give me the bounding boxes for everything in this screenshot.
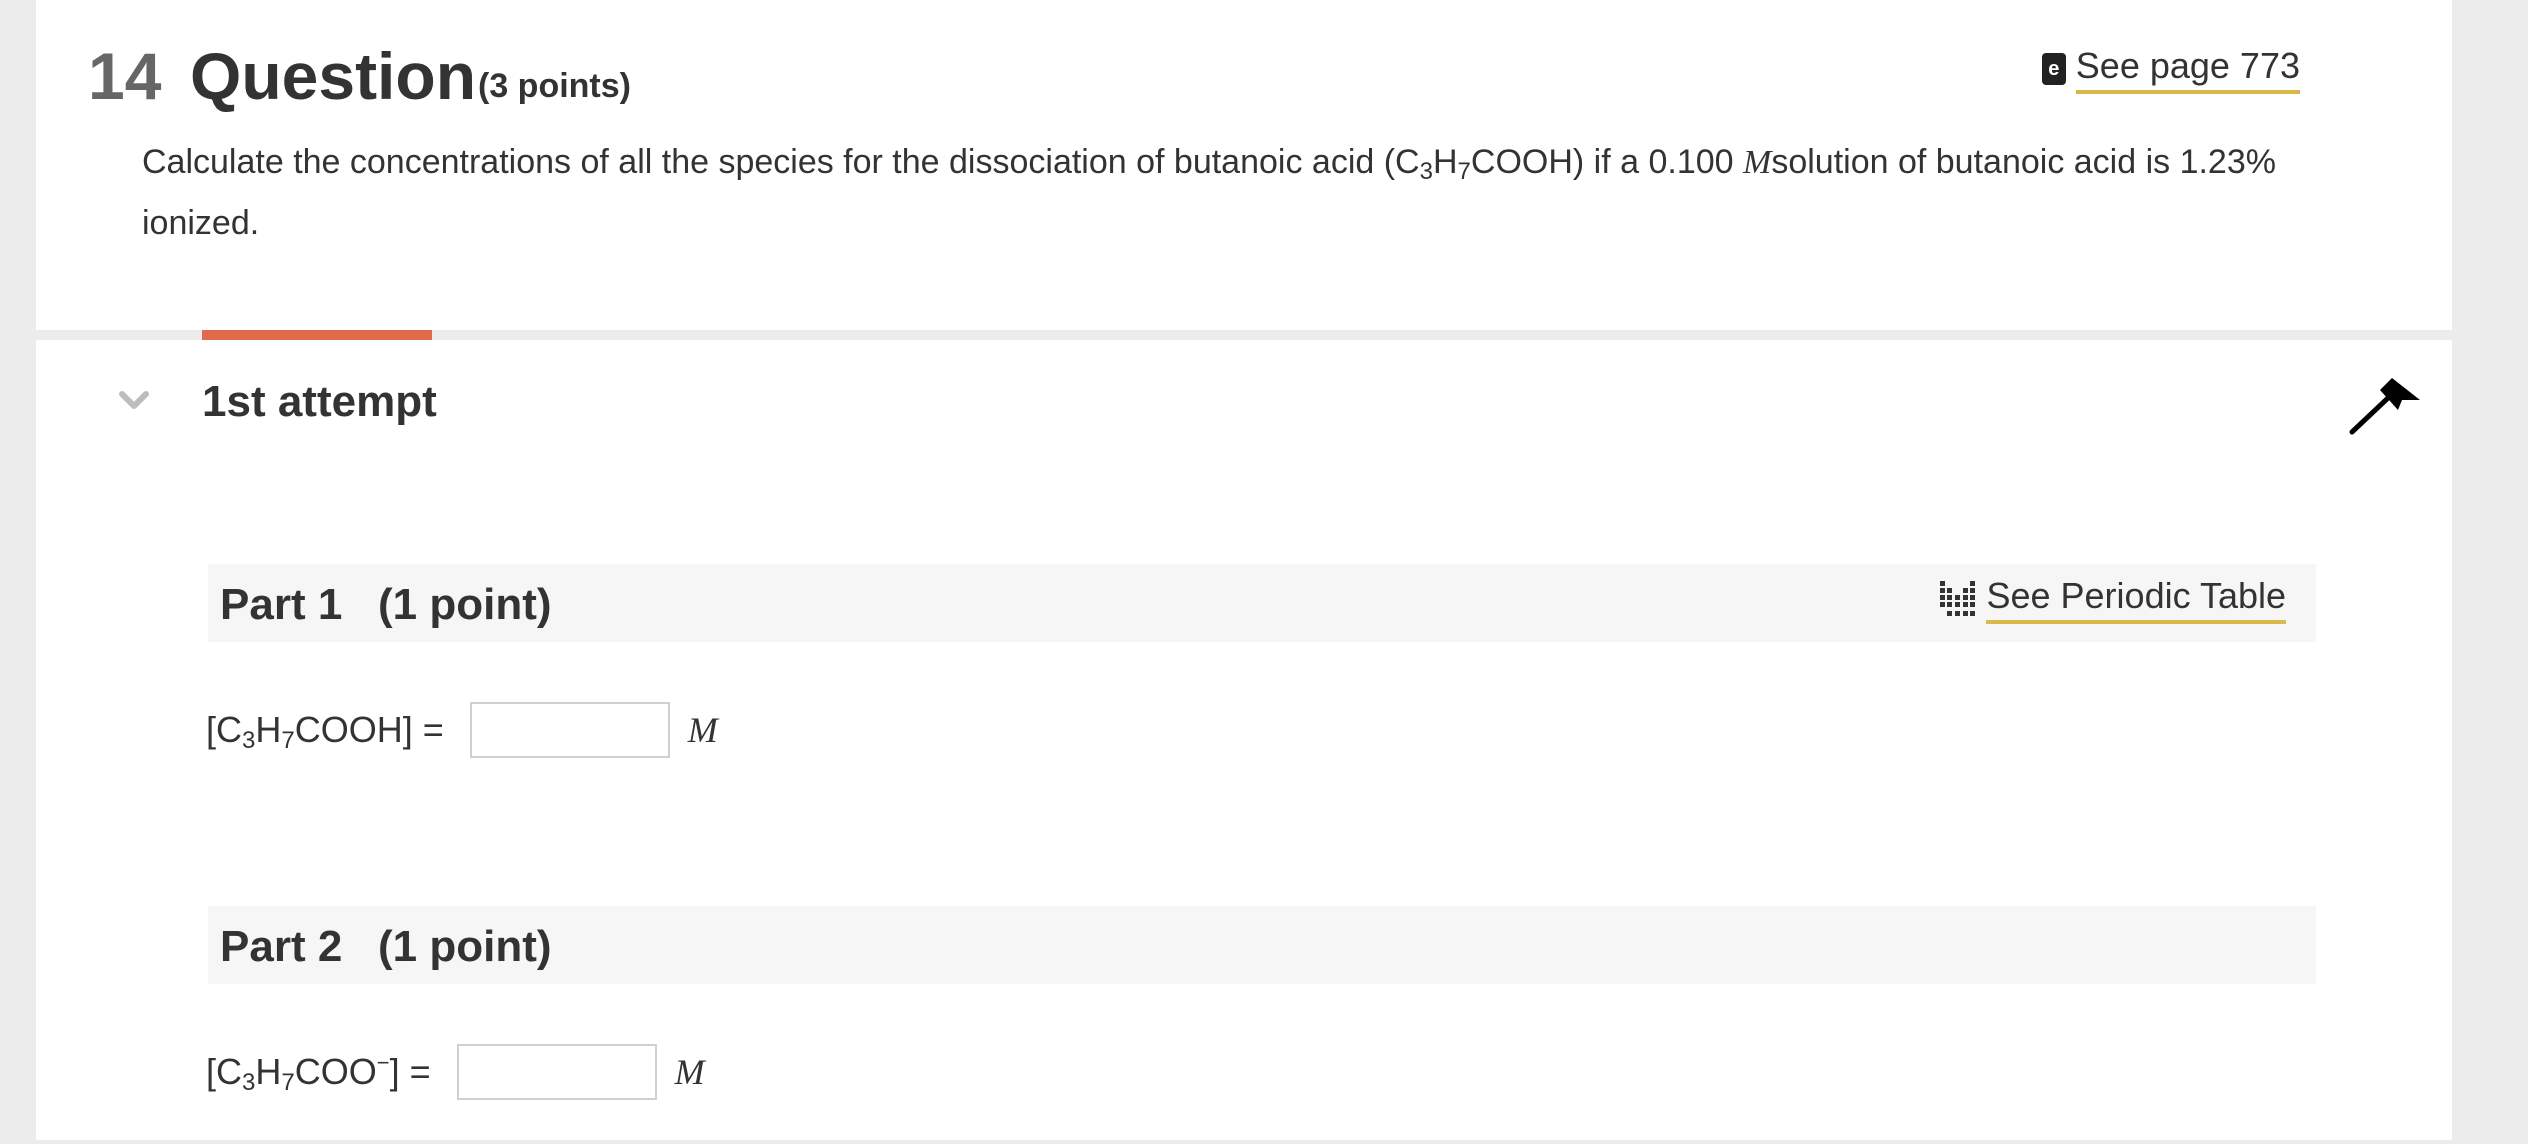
question-text: Calculate the concentrations of all the … <box>142 143 2276 242</box>
part-2-answer-row: [C3H7COO−] = M <box>206 1044 705 1100</box>
part-1-points: (1 point) <box>378 580 552 629</box>
flag-icon[interactable] <box>2348 376 2424 436</box>
chevron-down-icon[interactable] <box>116 386 152 416</box>
part-1-answer-row: [C3H7COOH] = M <box>206 702 718 758</box>
part-2-label: Part 2 <box>220 922 343 971</box>
see-periodic-table-label: See Periodic Table <box>1986 574 2286 624</box>
part-1-label: Part 1 <box>220 580 343 629</box>
attempt-title: 1st attempt <box>202 377 437 426</box>
see-page-label: See page 773 <box>2075 44 2300 94</box>
see-page-link[interactable]: e See page 773 <box>2041 44 2300 94</box>
question-title: Question <box>190 39 477 113</box>
part-2-unit: M <box>674 1052 705 1092</box>
part-2-answer-input[interactable] <box>456 1044 657 1100</box>
question-card: 14 Question (3 points) e See page 773 Ca… <box>36 0 2452 330</box>
part-2-header: Part 2 (1 point) <box>208 906 2316 984</box>
attempt-tab-indicator <box>202 330 432 340</box>
question-points: (3 points) <box>478 67 631 105</box>
question-number: 14 <box>88 39 162 113</box>
see-periodic-table-link[interactable]: See Periodic Table <box>1940 574 2286 624</box>
part-1-header: Part 1 (1 point) See Periodic Table <box>208 564 2316 642</box>
ebook-icon: e <box>2041 53 2066 85</box>
part-1-answer-input[interactable] <box>469 702 670 758</box>
part-2-formula: [C3H7COO−] = <box>206 1050 431 1096</box>
part-1-formula: [C3H7COOH] = <box>206 709 444 754</box>
periodic-table-icon <box>1940 581 1976 616</box>
page: 14 Question (3 points) e See page 773 Ca… <box>0 0 2528 1144</box>
attempt-card: 1st attempt Part 1 (1 point) See Periodi… <box>36 330 2452 1140</box>
part-1-unit: M <box>687 710 718 750</box>
part-2-points: (1 point) <box>378 922 552 971</box>
